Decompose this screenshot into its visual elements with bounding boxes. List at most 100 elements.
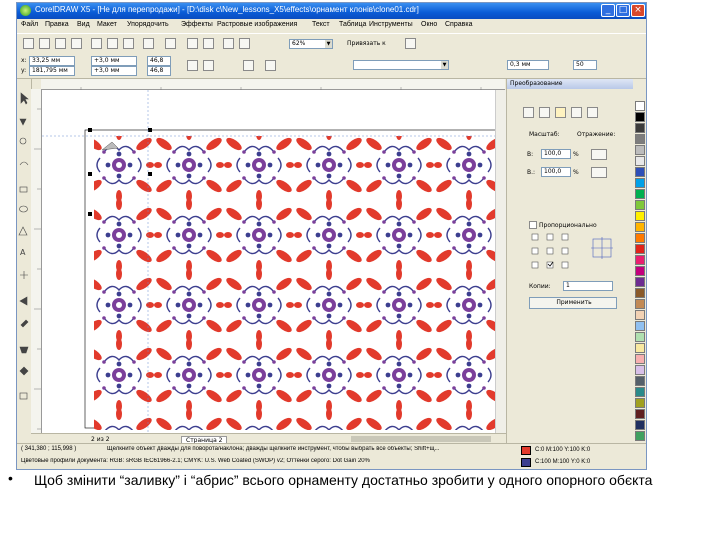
palette-swatch[interactable] bbox=[635, 310, 645, 320]
maximize-button[interactable]: □ bbox=[616, 4, 630, 17]
palette-swatch[interactable] bbox=[635, 101, 645, 111]
palette-swatch[interactable] bbox=[635, 376, 645, 386]
outline-style-select[interactable]: ▼ bbox=[353, 60, 449, 70]
options-icon[interactable] bbox=[405, 38, 416, 49]
rotate-tab-icon[interactable] bbox=[539, 107, 550, 118]
palette-swatch[interactable] bbox=[635, 299, 645, 309]
palette-swatch[interactable] bbox=[635, 189, 645, 199]
palette-swatch[interactable] bbox=[635, 343, 645, 353]
menu-view[interactable]: Вид bbox=[77, 21, 90, 28]
palette-swatch[interactable] bbox=[635, 365, 645, 375]
palette-swatch[interactable] bbox=[635, 387, 645, 397]
mirror-horizontal-button[interactable] bbox=[591, 149, 607, 160]
snap-to-button[interactable]: Привязать к bbox=[347, 40, 386, 47]
palette-swatch[interactable] bbox=[635, 222, 645, 232]
palette-swatch[interactable] bbox=[635, 277, 645, 287]
mirror-horizontal-icon[interactable] bbox=[187, 60, 198, 71]
palette-swatch[interactable] bbox=[635, 200, 645, 210]
rectangle-tool-icon bbox=[19, 186, 28, 193]
save-icon[interactable] bbox=[55, 38, 66, 49]
palette-swatch[interactable] bbox=[635, 123, 645, 133]
height-field[interactable]: 46,8 bbox=[147, 66, 171, 76]
menu-bitmaps[interactable]: Растровые изображения bbox=[217, 21, 297, 28]
vertical-scrollbar[interactable] bbox=[495, 90, 506, 433]
outline-info: C:100 M:100 Y:0 K:0 bbox=[535, 459, 591, 465]
paste-icon[interactable] bbox=[123, 38, 134, 49]
export-icon[interactable] bbox=[203, 38, 214, 49]
position-tab-icon[interactable] bbox=[523, 107, 534, 118]
palette-swatch[interactable] bbox=[635, 420, 645, 430]
width-field[interactable]: 46,8 bbox=[147, 56, 171, 66]
menu-layout[interactable]: Макет bbox=[97, 21, 117, 28]
proportional-checkbox[interactable] bbox=[529, 221, 537, 229]
anchor-grid[interactable] bbox=[531, 233, 571, 271]
ungroup-icon[interactable] bbox=[265, 60, 276, 71]
outline-width-field[interactable]: 0,3 мм bbox=[507, 60, 549, 70]
palette-swatch[interactable] bbox=[635, 112, 645, 122]
redo-icon[interactable] bbox=[165, 38, 176, 49]
palette-swatch[interactable] bbox=[635, 167, 645, 177]
palette-swatch[interactable] bbox=[635, 211, 645, 221]
menu-window[interactable]: Окно bbox=[421, 21, 437, 28]
new-document-icon[interactable] bbox=[23, 38, 34, 49]
import-icon[interactable] bbox=[187, 38, 198, 49]
vertical-scale-field[interactable]: 100,0 bbox=[541, 167, 571, 177]
palette-swatch[interactable] bbox=[635, 255, 645, 265]
menu-text[interactable]: Текст bbox=[312, 21, 330, 28]
apply-button[interactable]: Применить bbox=[529, 297, 617, 309]
palette-swatch[interactable] bbox=[635, 354, 645, 364]
scale-tab-icon[interactable] bbox=[555, 107, 566, 118]
mirror-vertical-icon[interactable] bbox=[203, 60, 214, 71]
drawing-canvas[interactable] bbox=[42, 90, 505, 433]
menu-effects[interactable]: Эффекты bbox=[181, 21, 213, 28]
scale-field[interactable]: 50 bbox=[573, 60, 597, 70]
palette-swatch[interactable] bbox=[635, 266, 645, 276]
outline-tool-icon bbox=[19, 346, 29, 354]
mirror-vertical-button[interactable] bbox=[591, 167, 607, 178]
docker-title: Преобразование bbox=[507, 79, 633, 89]
zoom-select[interactable]: 62% ▼ bbox=[289, 39, 333, 49]
app-launcher-icon[interactable] bbox=[223, 38, 234, 49]
cut-icon[interactable] bbox=[91, 38, 102, 49]
horizontal-scrollbar[interactable] bbox=[351, 436, 491, 442]
nudge-x-field[interactable]: +3,0 мм bbox=[91, 56, 137, 66]
copies-field[interactable]: 1 bbox=[563, 281, 613, 291]
nudge-y-field[interactable]: +3,0 мм bbox=[91, 66, 137, 76]
menu-help[interactable]: Справка bbox=[445, 21, 472, 28]
menu-file[interactable]: Файл bbox=[21, 21, 38, 28]
open-icon[interactable] bbox=[39, 38, 50, 49]
palette-swatch[interactable] bbox=[635, 398, 645, 408]
page-count: 2 из 2 bbox=[91, 436, 110, 443]
horizontal-scale-field[interactable]: 100,0 bbox=[541, 149, 571, 159]
group-icon[interactable] bbox=[243, 60, 254, 71]
welcome-screen-icon[interactable] bbox=[239, 38, 250, 49]
x-label: x: bbox=[21, 57, 27, 64]
polygon-tool-icon bbox=[18, 226, 28, 236]
size-tab-icon[interactable] bbox=[571, 107, 582, 118]
palette-swatch[interactable] bbox=[635, 134, 645, 144]
palette-swatch[interactable] bbox=[635, 156, 645, 166]
menu-table[interactable]: Таблица bbox=[339, 21, 366, 28]
skew-tab-icon[interactable] bbox=[587, 107, 598, 118]
minimize-button[interactable]: _ bbox=[601, 4, 615, 17]
menu-arrange[interactable]: Упорядочить bbox=[127, 21, 169, 28]
y-position-field[interactable]: 181,795 мм bbox=[29, 66, 75, 76]
menu-tools[interactable]: Инструменты bbox=[369, 21, 413, 28]
palette-swatch[interactable] bbox=[635, 332, 645, 342]
palette-swatch[interactable] bbox=[635, 178, 645, 188]
palette-swatch[interactable] bbox=[635, 145, 645, 155]
document-color-profile[interactable]: Цветовые профили документа: RGB: sRGB IE… bbox=[21, 458, 511, 464]
palette-swatch[interactable] bbox=[635, 288, 645, 298]
palette-swatch[interactable] bbox=[635, 233, 645, 243]
palette-swatch[interactable] bbox=[635, 431, 645, 441]
x-position-field[interactable]: 33,25 мм bbox=[29, 56, 75, 66]
status-bar: ( 341,380 ; 115,998 ) Щелкните объект дв… bbox=[17, 443, 646, 469]
palette-swatch[interactable] bbox=[635, 409, 645, 419]
close-button[interactable]: × bbox=[631, 4, 645, 17]
undo-icon[interactable] bbox=[143, 38, 154, 49]
palette-swatch[interactable] bbox=[635, 244, 645, 254]
copy-icon[interactable] bbox=[107, 38, 118, 49]
palette-swatch[interactable] bbox=[635, 321, 645, 331]
print-icon[interactable] bbox=[71, 38, 82, 49]
menu-edit[interactable]: Правка bbox=[45, 21, 69, 28]
